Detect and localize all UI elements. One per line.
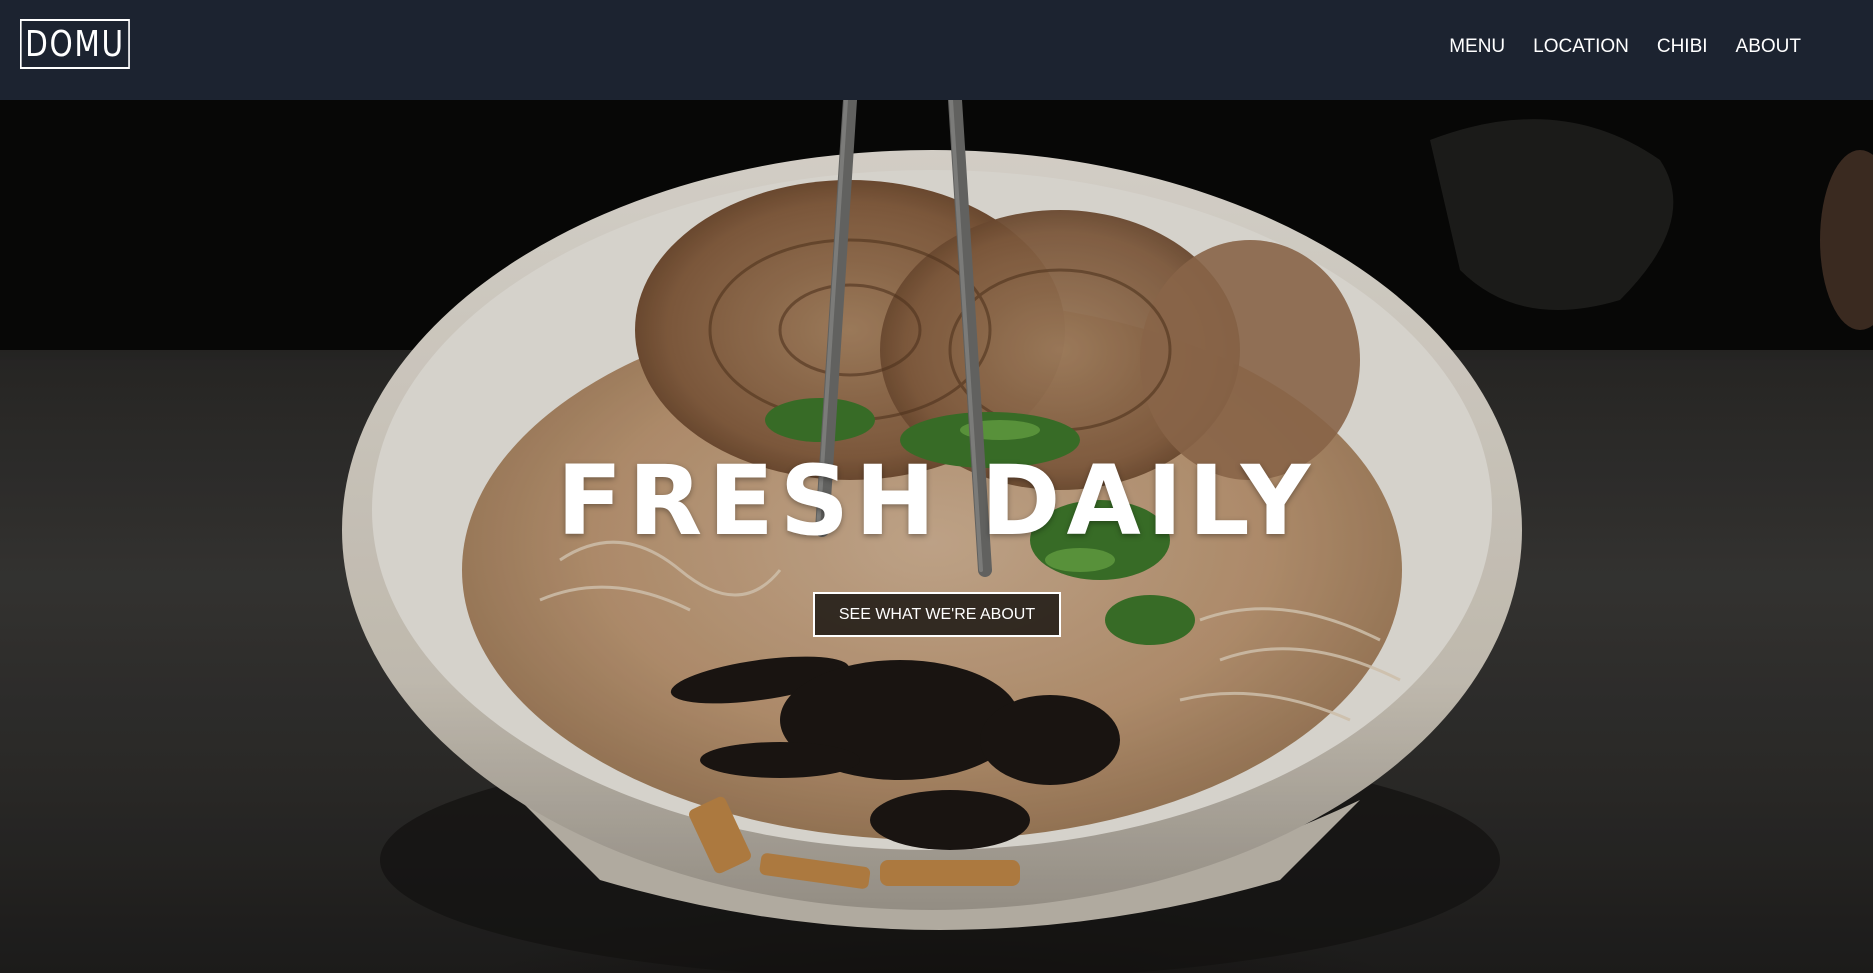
- page: DOMU MENU LOCATION CHIBI ABOUT FRESH DAI…: [0, 0, 1873, 973]
- hero-title: FRESH DAILY: [556, 445, 1317, 557]
- nav-link-menu[interactable]: MENU: [1449, 36, 1505, 58]
- nav-link-location[interactable]: LOCATION: [1533, 36, 1629, 58]
- nav-link-chibi[interactable]: CHIBI: [1657, 36, 1708, 58]
- domu-logo[interactable]: DOMU: [20, 19, 130, 69]
- see-what-were-about-button[interactable]: SEE WHAT WE'RE ABOUT: [813, 592, 1061, 637]
- nav-link-about[interactable]: ABOUT: [1736, 36, 1801, 58]
- hero-section: FRESH DAILY SEE WHAT WE'RE ABOUT: [0, 100, 1873, 973]
- top-navbar: DOMU MENU LOCATION CHIBI ABOUT: [0, 0, 1873, 100]
- main-nav: MENU LOCATION CHIBI ABOUT: [1449, 36, 1801, 58]
